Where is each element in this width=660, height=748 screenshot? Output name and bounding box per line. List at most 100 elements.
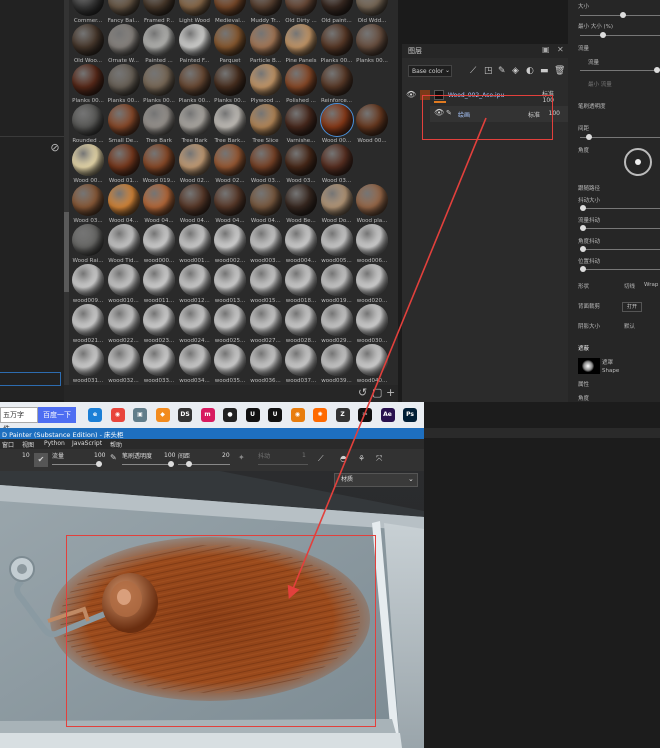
material-tile[interactable]: Wood Do... [319,184,355,225]
material-tile[interactable]: Painted ... [141,24,177,65]
material-tile[interactable]: wood004... [283,224,319,265]
baidu-search-button[interactable]: 百度一下 [38,407,76,423]
size-jitter-slider[interactable] [580,205,660,211]
material-tile[interactable]: Wood 03... [319,144,355,185]
m-icon[interactable]: m [200,408,215,422]
flow-slider[interactable] [580,67,660,73]
material-tile[interactable]: Tree Bark... [212,104,248,145]
material-tile[interactable]: wood039... [319,344,355,385]
material-tile[interactable]: wood021... [70,304,106,345]
material-tile[interactable]: wood035... [212,344,248,385]
min-size-slider[interactable] [580,32,660,38]
material-tile[interactable]: Planks 00... [70,64,106,105]
material-tile[interactable]: wood025... [212,304,248,345]
menu-python[interactable]: Python [44,440,65,447]
zbrush-icon[interactable]: Z [335,408,350,422]
add-icon[interactable]: + [386,386,395,399]
edge-icon[interactable]: e [88,408,102,422]
material-tile[interactable]: wood015... [248,264,284,305]
material-tile[interactable]: wood020... [354,264,390,305]
curve-icon[interactable]: ⟋ [318,454,324,464]
material-tile[interactable]: Planks 00... [319,24,355,65]
flow-value[interactable]: 100 [94,452,105,459]
menu-help[interactable]: 帮助 [110,440,122,449]
material-tile[interactable]: wood034... [177,344,213,385]
material-tile[interactable]: Wood Be... [283,184,319,225]
search-input[interactable]: 五万字件... [0,407,38,433]
material-tile[interactable]: wood002... [212,224,248,265]
scrollbar-thumb[interactable] [64,212,69,292]
flow-jitter-slider[interactable] [580,225,660,231]
add-generator-icon[interactable]: ◳ [484,66,493,76]
ps-icon[interactable]: Ps [403,408,417,422]
material-tile[interactable]: wood003... [248,224,284,265]
material-tile[interactable]: Planks 00... [354,24,390,65]
add-effect-icon[interactable]: ⟋ [470,66,476,76]
material-tile[interactable]: wood012... [177,264,213,305]
pen-icon[interactable]: ✎ [110,453,117,462]
material-tile[interactable]: Old Dirty ... [283,0,319,25]
material-tile[interactable]: Parquet [212,24,248,65]
material-tile[interactable]: Wood 00... [354,104,390,145]
material-tile[interactable]: Wood 00... [319,103,355,145]
angle-dial[interactable] [624,148,652,176]
lazy-mouse-icon[interactable]: ⚘ [358,454,365,463]
material-tile[interactable]: Particle B... [248,24,284,65]
opacity-value[interactable]: 100 [164,452,175,459]
menu-window[interactable]: 窗口 [2,440,14,449]
material-tile[interactable]: wood024... [177,304,213,345]
material-tile[interactable]: wood000... [141,224,177,265]
refresh-icon[interactable]: ↺ [358,386,367,399]
shape-option-a[interactable]: 切线 [624,282,635,290]
material-tile[interactable]: Tree Bark [141,104,177,145]
mask-icon[interactable]: ◐ [526,66,534,76]
ae-icon[interactable]: Ae [380,408,395,422]
material-tile[interactable]: Old Wdd... [354,0,390,25]
material-tile[interactable]: wood005... [319,224,355,265]
material-tile[interactable]: Old paint... [319,0,355,25]
stroke-icon[interactable]: ✦ [238,453,245,462]
material-tile[interactable]: Rounded ... [70,104,106,145]
material-tile[interactable]: Planks 00... [106,64,142,105]
angle-jitter-slider[interactable] [580,246,660,252]
delete-icon[interactable]: 🗑 [554,66,565,76]
angle-section-label[interactable]: 角度 [578,394,589,402]
material-tile[interactable]: wood013... [212,264,248,305]
material-tile[interactable]: Small De... [106,104,142,145]
size-slider[interactable] [580,12,660,18]
material-tile[interactable]: wood040... [354,344,390,385]
material-tile[interactable]: Tree Slice [248,104,284,145]
menu-javascript[interactable]: JavaScript [72,440,102,447]
material-tile[interactable]: wood027... [248,304,284,345]
material-tile[interactable]: Fancy Bal... [106,0,142,25]
material-tile[interactable]: Wood 04... [177,184,213,225]
material-tile[interactable]: wood001... [177,224,213,265]
material-tile[interactable]: Wood 019... [141,144,177,185]
symmetry-icon[interactable]: ◓ [340,454,347,463]
photos-icon[interactable]: ▣ [133,408,147,422]
material-tile[interactable]: Framed P... [141,0,177,25]
folder-icon[interactable]: ▢ [372,386,382,399]
unreal-icon-2[interactable]: U [268,408,282,422]
material-tile[interactable]: Wood 04... [212,184,248,225]
material-tile[interactable]: Wood 04... [141,184,177,225]
scrollbar[interactable] [64,0,69,385]
material-tile[interactable]: Wood 02... [177,144,213,185]
hide-icon[interactable]: ⊘ [48,141,62,155]
material-tile[interactable]: Planks 00... [177,64,213,105]
material-tile[interactable]: wood037... [283,344,319,385]
size-value[interactable]: 10 [22,452,30,459]
ds-icon[interactable]: DS [178,408,192,422]
material-tile[interactable]: Wood Tid... [106,224,142,265]
material-tile[interactable]: wood022... [106,304,142,345]
material-tile[interactable]: wood009... [70,264,106,305]
material-tile[interactable]: Old Woo... [70,24,106,65]
material-tile[interactable]: Wood 02... [212,144,248,185]
material-tile[interactable]: Wood 00... [70,144,106,185]
material-tile[interactable]: wood030... [354,304,390,345]
shadow-value[interactable]: 默认 [624,322,635,330]
group-folder-icon[interactable]: ▬ [540,66,549,76]
chevron-down-icon[interactable]: ⌄ [445,67,450,74]
material-tile[interactable]: Reinforce... [319,64,355,105]
material-tile[interactable]: Wood 01... [106,144,142,185]
